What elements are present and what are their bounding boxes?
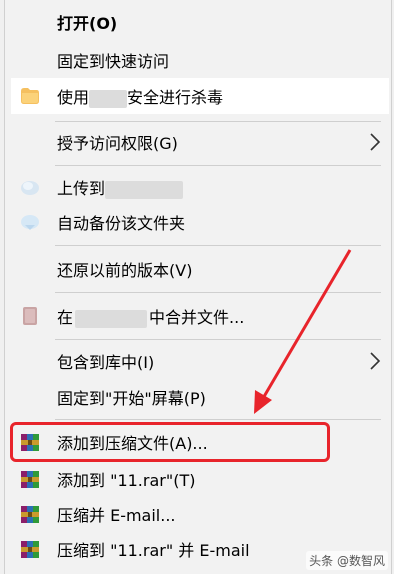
menu-item-label: 添加到 "11.rar"(T) — [57, 471, 196, 490]
menu-item-label: 使用 安全进行杀毒 — [57, 84, 223, 108]
menu-item-label: 还原以前的版本(V) — [57, 261, 193, 280]
winrar-books-icon — [19, 468, 41, 490]
menu-item-label: 在 中合并文件... — [57, 304, 244, 328]
cloud-upload-icon — [19, 176, 41, 198]
menu-item-auto-backup[interactable]: 自动备份该文件夹 — [5, 204, 391, 240]
menu-item-label: 授予访问权限(G) — [57, 134, 178, 153]
shield-scan-icon — [19, 85, 41, 107]
menu-item-label: 压缩到 "11.rar" 并 E-mail — [57, 541, 250, 560]
menu-separator — [55, 165, 381, 166]
redacted-text — [89, 89, 128, 108]
scan-prefix: 使用 — [57, 88, 90, 107]
winrar-books-icon — [19, 538, 41, 560]
menu-item-label: 上传到 — [57, 175, 184, 199]
cloud-backup-icon — [19, 211, 41, 233]
merge-suffix: 中合并文件... — [149, 308, 245, 327]
menu-item-virus-scan[interactable]: 使用 安全进行杀毒 — [11, 78, 389, 114]
menu-separator — [55, 121, 381, 122]
menu-item-compress-email[interactable]: 压缩并 E-mail... — [5, 496, 391, 532]
menu-item-upload[interactable]: 上传到 — [5, 169, 391, 205]
winrar-books-icon — [19, 503, 41, 525]
menu-item-grant-access[interactable]: 授予访问权限(G) — [5, 124, 391, 160]
menu-item-include-library[interactable]: 包含到库中(I) — [5, 343, 391, 379]
watermark: 头条 @数智风 — [306, 551, 388, 570]
menu-separator — [55, 419, 381, 420]
upload-prefix: 上传到 — [57, 179, 106, 198]
chevron-right-icon — [370, 352, 381, 370]
menu-item-pin-start[interactable]: 固定到"开始"屏幕(P) — [5, 379, 391, 415]
redacted-text — [75, 309, 148, 328]
menu-item-add-to-rar[interactable]: 添加到 "11.rar"(T) — [5, 461, 391, 497]
menu-separator — [55, 292, 381, 293]
menu-item-pin-quick-access[interactable]: 固定到快速访问 — [5, 42, 391, 78]
chevron-right-icon — [370, 133, 381, 151]
menu-item-open[interactable]: 打开(O) — [5, 4, 391, 40]
context-menu: 打开(O) 固定到快速访问 使用 安全进行杀毒 授予访问权限(G) 上传到 自动备… — [4, 0, 392, 574]
merge-prefix: 在 — [57, 308, 74, 327]
scan-suffix: 安全进行杀毒 — [127, 88, 224, 107]
menu-item-label: 自动备份该文件夹 — [57, 214, 186, 233]
menu-item-label: 固定到快速访问 — [57, 52, 170, 71]
redacted-text — [105, 180, 184, 199]
menu-separator — [55, 339, 381, 340]
menu-item-merge-files[interactable]: 在 中合并文件... — [5, 298, 391, 334]
menu-item-label: 包含到库中(I) — [57, 353, 155, 372]
menu-item-label: 打开(O) — [57, 14, 118, 33]
menu-item-label: 压缩并 E-mail... — [57, 506, 176, 525]
pdf-merge-icon — [19, 305, 41, 327]
menu-separator — [55, 245, 381, 246]
menu-item-restore-previous[interactable]: 还原以前的版本(V) — [5, 251, 391, 287]
menu-item-label: 固定到"开始"屏幕(P) — [57, 389, 206, 408]
highlight-box — [10, 422, 330, 462]
